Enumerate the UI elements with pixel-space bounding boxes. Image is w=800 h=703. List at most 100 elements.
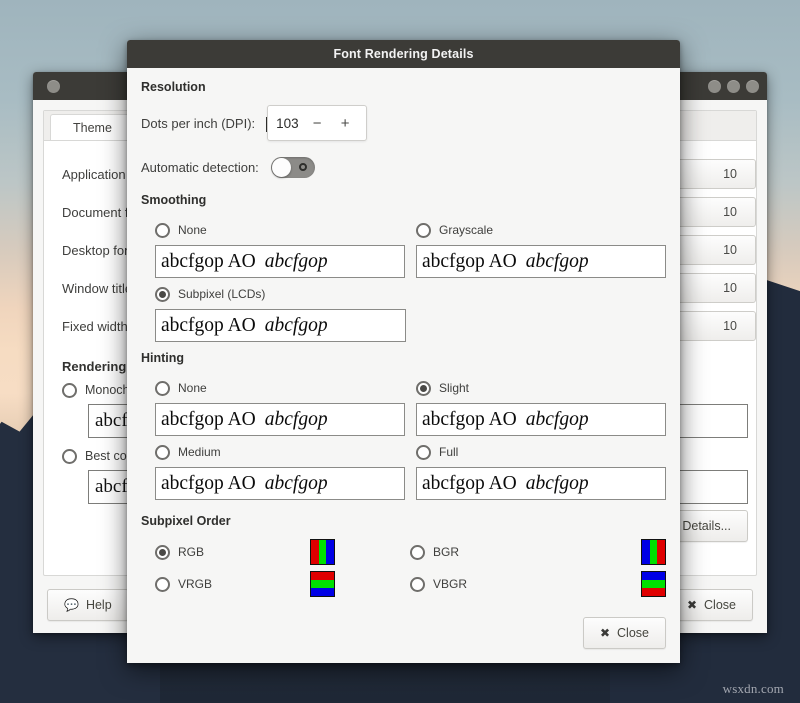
font-row-document-size: 10: [723, 205, 737, 219]
hinting-preview-none-regular: abcfgop AO: [161, 409, 256, 431]
smoothing-preview-subpixel: abcfgop AO abcfgop: [155, 309, 406, 342]
dialog-close-button[interactable]: ✖ Close: [583, 617, 666, 649]
smoothing-preview-grayscale-italic: abcfgop: [526, 251, 589, 273]
subpixel-option-vrgb[interactable]: VRGB: [155, 572, 310, 596]
radio-smoothing-grayscale-icon[interactable]: [416, 223, 431, 238]
hinting-heading: Hinting: [141, 351, 666, 365]
tab-theme-label: Theme: [73, 121, 112, 135]
smoothing-preview-grayscale: abcfgop AO abcfgop: [416, 245, 666, 278]
radio-hinting-full-icon[interactable]: [416, 445, 431, 460]
dpi-spinner[interactable]: 103 − +: [267, 105, 367, 141]
radio-hinting-medium-icon[interactable]: [155, 445, 170, 460]
subpixel-option-vbgr-label: VBGR: [433, 577, 467, 591]
radio-subpixel-rgb-icon[interactable]: [155, 545, 170, 560]
smoothing-option-subpixel[interactable]: Subpixel (LCDs): [155, 282, 406, 306]
smoothing-heading: Smoothing: [141, 193, 666, 207]
window-menu-button[interactable]: [47, 80, 60, 93]
hinting-options: None abcfgop AO abcfgop Slight abcfgop AO…: [141, 376, 666, 504]
hinting-option-full-label: Full: [439, 445, 458, 459]
auto-detect-toggle[interactable]: [271, 157, 315, 178]
dpi-row: Dots per inch (DPI): 103 − +: [141, 105, 666, 141]
font-row-window-title-size: 10: [723, 281, 737, 295]
radio-best-contrast-icon[interactable]: [62, 449, 77, 464]
radio-hinting-none-icon[interactable]: [155, 381, 170, 396]
dpi-increment-button[interactable]: +: [334, 116, 356, 131]
maximize-button[interactable]: [727, 80, 740, 93]
dpi-decrement-button[interactable]: −: [306, 116, 328, 131]
smoothing-option-subpixel-label: Subpixel (LCDs): [178, 287, 265, 301]
watermark: wsxdn.com: [723, 681, 784, 697]
hinting-preview-full: abcfgop AO abcfgop: [416, 467, 666, 500]
appearance-close-button[interactable]: ✖ Close: [670, 589, 753, 621]
smoothing-preview-none-italic: abcfgop: [265, 251, 328, 273]
dialog-body: Resolution Dots per inch (DPI): 103 − + …: [127, 68, 680, 663]
hinting-option-medium-label: Medium: [178, 445, 221, 459]
subpixel-option-rgb[interactable]: RGB: [155, 540, 310, 564]
appearance-titlebar-left-buttons: [41, 80, 60, 93]
dpi-label: Dots per inch (DPI):: [141, 116, 255, 131]
help-icon: 💬: [64, 598, 79, 612]
tab-theme[interactable]: Theme: [50, 114, 135, 140]
dialog-title: Font Rendering Details: [127, 47, 680, 61]
hinting-preview-slight: abcfgop AO abcfgop: [416, 403, 666, 436]
smoothing-option-grayscale-label: Grayscale: [439, 223, 493, 237]
radio-subpixel-vbgr-icon[interactable]: [410, 577, 425, 592]
toggle-off-indicator-icon: [299, 163, 307, 171]
dialog-titlebar[interactable]: Font Rendering Details: [127, 40, 680, 68]
smoothing-preview-none: abcfgop AOabcfgop: [155, 245, 405, 278]
smoothing-options: None abcfgop AO abcfgop Grayscale abcfgop…: [141, 218, 666, 282]
hinting-option-slight-label: Slight: [439, 381, 469, 395]
window-close-button[interactable]: [746, 80, 759, 93]
subpixel-option-bgr-label: BGR: [433, 545, 459, 559]
subpixel-order-options: RGB BGR VRGB: [141, 539, 666, 597]
hinting-option-slight[interactable]: Slight: [416, 376, 666, 400]
font-row-application-size: 10: [723, 167, 737, 181]
smoothing-preview-subpixel-italic: abcfgop: [265, 315, 328, 337]
radio-subpixel-bgr-icon[interactable]: [410, 545, 425, 560]
radio-smoothing-none-icon[interactable]: [155, 223, 170, 238]
bgr-horizontal-swatch: [641, 539, 666, 565]
subpixel-option-vbgr[interactable]: VBGR: [410, 572, 565, 596]
vrgb-vertical-swatch: [310, 571, 335, 597]
radio-hinting-slight-icon[interactable]: [416, 381, 431, 396]
hinting-preview-slight-regular: abcfgop AO: [422, 409, 517, 431]
hinting-preview-medium-italic: abcfgop: [265, 473, 328, 495]
hinting-preview-full-italic: abcfgop: [526, 473, 589, 495]
subpixel-option-bgr[interactable]: BGR: [410, 540, 565, 564]
radio-subpixel-vrgb-icon[interactable]: [155, 577, 170, 592]
resolution-heading: Resolution: [141, 80, 666, 94]
dialog-footer: ✖ Close: [583, 617, 666, 649]
font-rendering-details-dialog[interactable]: Font Rendering Details Resolution Dots p…: [127, 40, 680, 663]
hinting-option-medium[interactable]: Medium: [155, 440, 405, 464]
smoothing-option-none[interactable]: None: [155, 218, 405, 242]
auto-detect-row: Automatic detection:: [141, 157, 666, 178]
smoothing-option-none-label: None: [178, 223, 207, 237]
hinting-option-none[interactable]: None: [155, 376, 405, 400]
hinting-option-full[interactable]: Full: [416, 440, 666, 464]
appearance-titlebar-right-buttons: [702, 80, 759, 93]
appearance-close-button-label: Close: [704, 598, 736, 612]
subpixel-option-vrgb-label: VRGB: [178, 577, 212, 591]
hinting-preview-slight-italic: abcfgop: [526, 409, 589, 431]
hinting-preview-medium: abcfgop AO abcfgop: [155, 467, 405, 500]
rgb-horizontal-swatch: [310, 539, 335, 565]
hinting-preview-none-italic: abcfgop: [265, 409, 328, 431]
subpixel-option-rgb-label: RGB: [178, 545, 204, 559]
dialog-close-button-label: Close: [617, 626, 649, 640]
minimize-button[interactable]: [708, 80, 721, 93]
smoothing-subpixel-block: Subpixel (LCDs) abcfgop AO abcfgop: [141, 282, 666, 342]
dpi-input[interactable]: 103: [268, 116, 299, 131]
hinting-preview-medium-regular: abcfgop AO: [161, 473, 256, 495]
hinting-preview-full-regular: abcfgop AO: [422, 473, 517, 495]
smoothing-option-grayscale[interactable]: Grayscale: [416, 218, 666, 242]
help-button-label: Help: [86, 598, 112, 612]
smoothing-preview-grayscale-regular: abcfgop AO: [422, 251, 517, 273]
help-button[interactable]: 💬 Help: [47, 589, 129, 621]
radio-smoothing-subpixel-icon[interactable]: [155, 287, 170, 302]
toggle-knob: [272, 158, 291, 177]
font-row-fixed-width-size: 10: [723, 319, 737, 333]
smoothing-preview-subpixel-regular: abcfgop AO: [161, 315, 256, 337]
auto-detect-label: Automatic detection:: [141, 160, 259, 175]
vbgr-vertical-swatch: [641, 571, 666, 597]
radio-monochrome-icon[interactable]: [62, 383, 77, 398]
